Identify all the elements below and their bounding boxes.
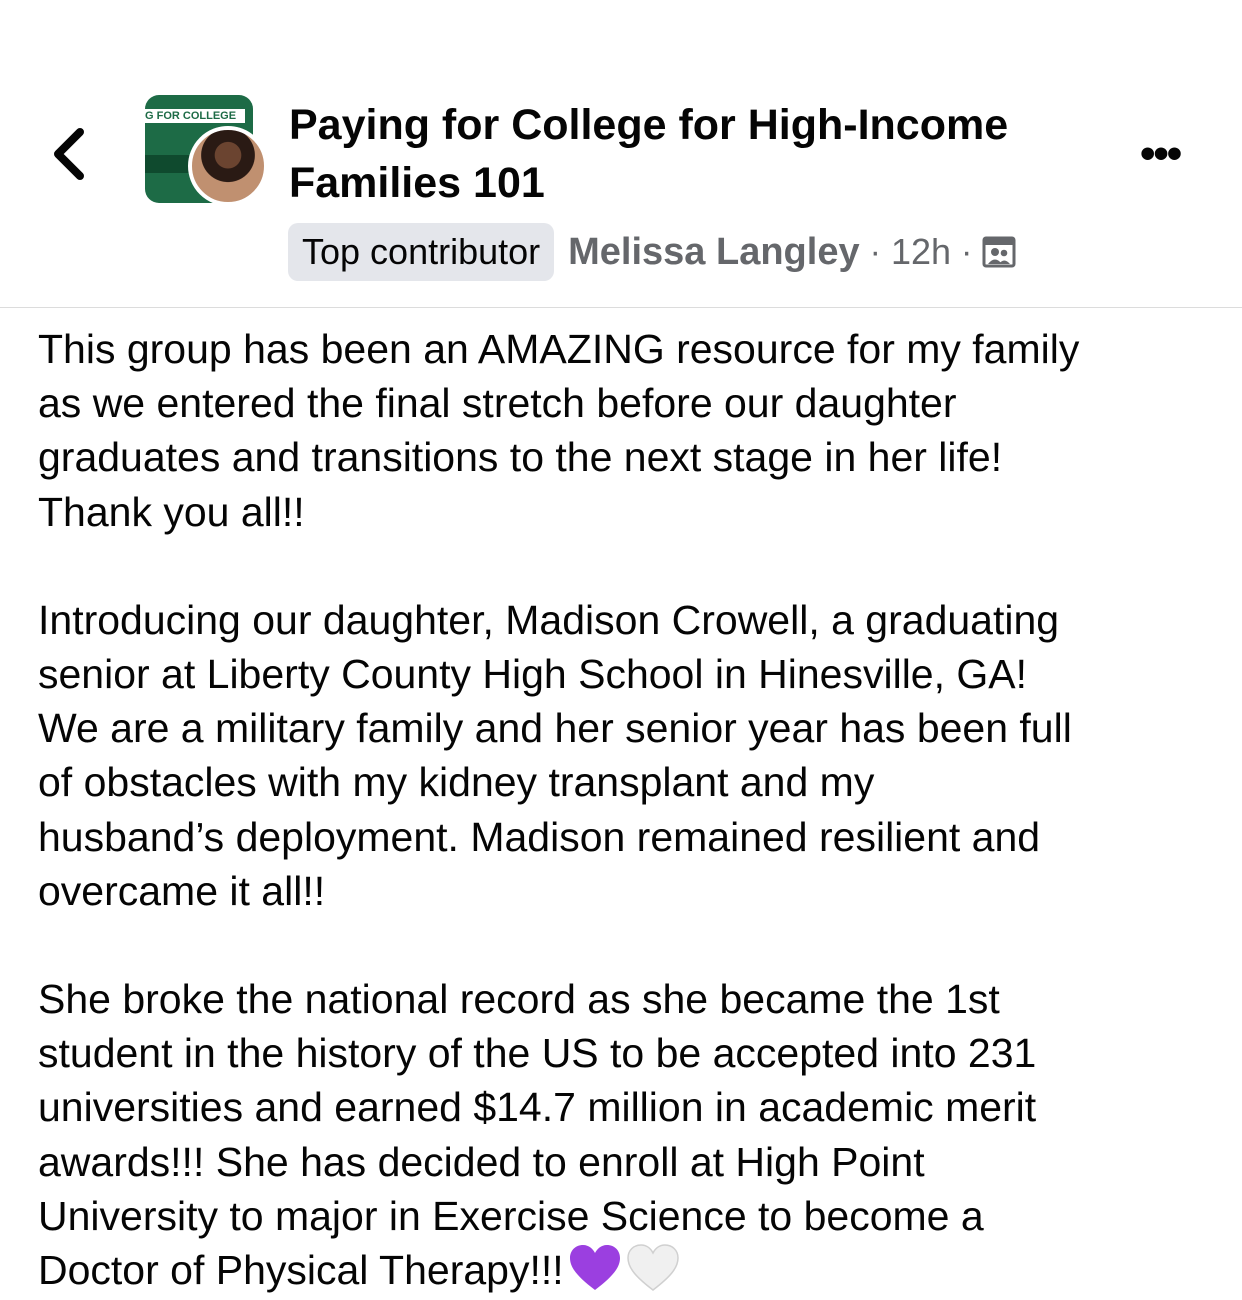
group-audience-icon xyxy=(982,235,1016,269)
post-paragraph-3: She broke the national record as she bec… xyxy=(38,972,1228,1297)
white-heart-icon xyxy=(626,1244,679,1291)
more-options-button[interactable]: ••• xyxy=(1140,132,1200,176)
post-paragraph-3-text: She broke the national record as she bec… xyxy=(38,976,1037,1294)
meta-separator: · xyxy=(869,232,881,271)
post-paragraph-2: Introducing our daughter, Madison Crowel… xyxy=(38,596,1072,914)
author-name[interactable]: Melissa Langley xyxy=(568,231,859,274)
post-header: G FOR COLLEGE Paying for College for Hig… xyxy=(0,0,1242,308)
post-meta: Top contributor Melissa Langley · 12h · xyxy=(288,223,1016,281)
post-body: This group has been an AMAZING resource … xyxy=(38,322,1228,1297)
chevron-left-icon xyxy=(54,128,84,180)
group-name[interactable]: Paying for College for High-Income Famil… xyxy=(289,96,1089,212)
post-paragraph-1: This group has been an AMAZING resource … xyxy=(38,326,1080,535)
post-time[interactable]: 12h xyxy=(891,231,951,273)
top-contributor-badge: Top contributor xyxy=(288,223,555,281)
purple-heart-icon xyxy=(569,1245,620,1291)
author-avatar[interactable] xyxy=(188,126,268,206)
meta-separator-2: · xyxy=(961,232,973,271)
group-cover-text: G FOR COLLEGE xyxy=(145,109,245,123)
back-button[interactable] xyxy=(44,122,100,186)
